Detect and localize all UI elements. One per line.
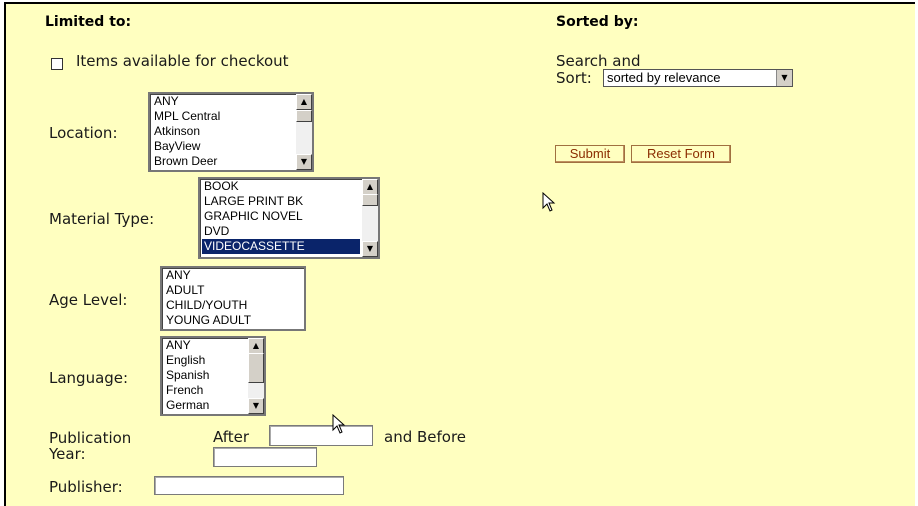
age-option[interactable]: ANY — [164, 268, 302, 283]
scroll-up-icon[interactable]: ▲ — [296, 94, 312, 110]
mouse-pointer-icon — [332, 414, 346, 434]
age-level-listbox[interactable]: ANY ADULT CHILD/YOUTH YOUNG ADULT — [160, 266, 306, 331]
material-option[interactable]: BOOK — [202, 179, 360, 194]
material-option[interactable]: GRAPHIC NOVEL — [202, 209, 360, 224]
publisher-label: Publisher: — [49, 478, 123, 496]
language-label: Language: — [49, 369, 129, 387]
scroll-down-icon[interactable]: ▼ — [296, 154, 312, 170]
scroll-down-icon[interactable]: ▼ — [248, 398, 264, 414]
language-options: ANY English Spanish French German — [164, 338, 246, 414]
publication-year-label-line2: Year: — [49, 445, 86, 463]
age-option[interactable]: CHILD/YOUTH — [164, 298, 302, 313]
search-sort-label-line2: Sort: — [556, 69, 592, 87]
scroll-thumb[interactable] — [296, 110, 312, 122]
language-option[interactable]: German — [164, 398, 246, 413]
location-listbox[interactable]: ANY MPL Central Atkinson BayView Brown D… — [148, 92, 314, 172]
material-type-label: Material Type: — [49, 210, 155, 228]
location-options: ANY MPL Central Atkinson BayView Brown D… — [152, 94, 294, 170]
sorted-by-heading: Sorted by: — [556, 14, 639, 30]
mouse-pointer-icon — [542, 192, 556, 212]
checkout-label: Items available for checkout — [76, 52, 289, 70]
language-option[interactable]: Spanish — [164, 368, 246, 383]
age-options: ANY ADULT CHILD/YOUTH YOUNG ADULT — [164, 268, 302, 329]
sort-select-value: sorted by relevance — [607, 70, 721, 85]
after-label: After — [213, 428, 250, 446]
material-option[interactable]: DVD — [202, 224, 360, 239]
location-option[interactable]: BayView — [152, 139, 294, 154]
material-type-listbox[interactable]: BOOK LARGE PRINT BK GRAPHIC NOVEL DVD VI… — [198, 177, 380, 259]
after-year-input[interactable] — [269, 425, 373, 446]
material-options: BOOK LARGE PRINT BK GRAPHIC NOVEL DVD VI… — [202, 179, 360, 257]
age-option[interactable]: ADULT — [164, 283, 302, 298]
before-year-input[interactable] — [213, 447, 317, 467]
scroll-down-icon[interactable]: ▼ — [362, 241, 378, 257]
language-option[interactable]: French — [164, 383, 246, 398]
language-option[interactable]: ANY — [164, 338, 246, 353]
location-scrollbar[interactable]: ▲ ▼ — [296, 94, 312, 170]
language-scrollbar[interactable]: ▲ ▼ — [248, 338, 264, 414]
chevron-down-icon[interactable]: ▼ — [776, 70, 792, 86]
language-option[interactable]: English — [164, 353, 246, 368]
scroll-up-icon[interactable]: ▲ — [248, 338, 264, 354]
search-limits-panel: Limited to: Items available for checkout… — [4, 2, 915, 506]
location-option[interactable]: ANY — [152, 94, 294, 109]
location-option[interactable]: Brown Deer — [152, 154, 294, 169]
reset-form-button[interactable]: Reset Form — [631, 145, 731, 163]
material-scrollbar[interactable]: ▲ ▼ — [362, 179, 378, 257]
material-option[interactable]: LARGE PRINT BK — [202, 194, 360, 209]
publisher-input[interactable] — [154, 476, 344, 495]
scroll-thumb[interactable] — [362, 194, 378, 206]
language-listbox[interactable]: ANY English Spanish French German ▲ ▼ — [160, 336, 266, 416]
submit-button[interactable]: Submit — [555, 145, 625, 163]
material-option-selected[interactable]: VIDEOCASSETTE — [202, 239, 360, 254]
scroll-thumb[interactable] — [248, 353, 264, 383]
location-label: Location: — [49, 124, 118, 142]
age-option[interactable]: YOUNG ADULT — [164, 313, 302, 328]
location-option[interactable]: MPL Central — [152, 109, 294, 124]
scroll-up-icon[interactable]: ▲ — [362, 179, 378, 195]
sort-select[interactable]: sorted by relevance ▼ — [603, 69, 793, 87]
location-option[interactable]: Atkinson — [152, 124, 294, 139]
search-sort-label-line1: Search and — [556, 52, 641, 70]
before-label: and Before — [384, 428, 467, 446]
age-level-label: Age Level: — [49, 291, 128, 309]
limited-to-heading: Limited to: — [45, 14, 132, 30]
checkout-checkbox[interactable] — [51, 58, 63, 70]
